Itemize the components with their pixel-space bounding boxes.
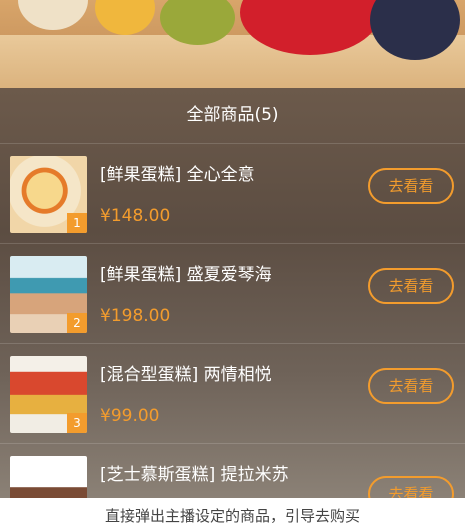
- product-name: [鲜果蛋糕] 盛夏爱琴海: [100, 265, 272, 285]
- live-stream-video-background: [0, 0, 465, 100]
- product-item[interactable]: 3 [混合型蛋糕] 两情相悦 ¥99.00 去看看: [0, 343, 465, 443]
- fruit-decoration: [95, 0, 155, 35]
- product-thumbnail[interactable]: 3: [10, 356, 87, 433]
- product-thumbnail[interactable]: [10, 456, 87, 498]
- go-see-button[interactable]: 去看看: [368, 368, 454, 404]
- product-price: ¥198.00: [100, 306, 171, 326]
- caption: 直接弹出主播设定的商品，引导去购买: [0, 498, 465, 531]
- rank-badge: 3: [67, 413, 87, 433]
- product-list-panel: 全部商品(5) 1 [鲜果蛋糕] 全心全意 ¥148.00 去看看 2 [鲜果蛋…: [0, 88, 465, 498]
- fruit-decoration: [18, 0, 88, 30]
- product-thumbnail[interactable]: 2: [10, 256, 87, 333]
- product-price: ¥148.00: [100, 206, 171, 226]
- product-item[interactable]: 2 [鲜果蛋糕] 盛夏爱琴海 ¥198.00 去看看: [0, 243, 465, 343]
- product-name: [鲜果蛋糕] 全心全意: [100, 165, 255, 185]
- product-name: [芝士慕斯蛋糕] 提拉米苏: [100, 465, 289, 485]
- product-name: [混合型蛋糕] 两情相悦: [100, 365, 272, 385]
- product-item[interactable]: [芝士慕斯蛋糕] 提拉米苏 去看看: [0, 443, 465, 498]
- rank-badge: 2: [67, 313, 87, 333]
- panel-title: 全部商品(5): [186, 105, 279, 125]
- product-item[interactable]: 1 [鲜果蛋糕] 全心全意 ¥148.00 去看看: [0, 143, 465, 243]
- product-price: ¥99.00: [100, 406, 160, 426]
- go-see-button[interactable]: 去看看: [368, 268, 454, 304]
- screenshot: 全部商品(5) 1 [鲜果蛋糕] 全心全意 ¥148.00 去看看 2 [鲜果蛋…: [0, 0, 465, 531]
- rank-badge: 1: [67, 213, 87, 233]
- go-see-button[interactable]: 去看看: [368, 168, 454, 204]
- product-thumbnail[interactable]: 1: [10, 156, 87, 233]
- go-see-button[interactable]: 去看看: [368, 476, 454, 498]
